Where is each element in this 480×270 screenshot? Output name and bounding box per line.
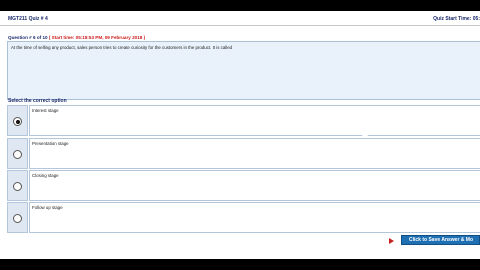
option-box-3[interactable]: Closing stage	[29, 170, 480, 201]
option-row-3[interactable]: Closing stage	[7, 170, 480, 201]
option-radio-cell[interactable]	[7, 170, 28, 201]
select-option-label: Select the correct option	[8, 98, 67, 104]
option-radio-cell[interactable]	[7, 138, 28, 169]
option-label-3: Closing stage	[32, 173, 59, 178]
option-radio-cell[interactable]	[7, 202, 28, 233]
option-radio-1[interactable]	[13, 117, 22, 126]
option-row-1[interactable]: Interest stage	[7, 105, 480, 136]
option-radio-2[interactable]	[13, 150, 22, 159]
option-label-4: Follow up stage	[32, 205, 63, 210]
mouse-cursor-icon	[361, 129, 369, 137]
option-box-2[interactable]: Presentation stage	[29, 138, 480, 169]
question-number: Question # 6 of 10	[8, 35, 49, 40]
option-radio-cell[interactable]	[7, 105, 28, 136]
quiz-start-time: Quiz Start Time: 05:	[433, 16, 480, 22]
option-row-2[interactable]: Presentation stage	[7, 138, 480, 169]
quiz-page: MGT211 Quiz # 4 Quiz Start Time: 05: Que…	[0, 11, 480, 259]
option-box-1[interactable]: Interest stage	[29, 105, 480, 136]
option-label-1: Interest stage	[32, 108, 59, 113]
question-heading: Question # 6 of 10 ( Start time: 05:18:5…	[8, 35, 145, 40]
save-answer-button[interactable]: Click to Save Answer & Mo	[401, 235, 480, 245]
option-box-4[interactable]: Follow up stage	[29, 202, 480, 233]
option-radio-3[interactable]	[13, 182, 22, 191]
option-label-2: Presentation stage	[32, 141, 69, 146]
arrow-right-icon	[389, 238, 394, 244]
quiz-title: MGT211 Quiz # 4	[8, 16, 48, 22]
option-row-4[interactable]: Follow up stage	[7, 202, 480, 233]
quiz-header: MGT211 Quiz # 4 Quiz Start Time: 05:	[0, 11, 480, 26]
question-text: At the time of selling any product, sale…	[11, 45, 233, 50]
question-box: At the time of selling any product, sale…	[7, 41, 480, 100]
option-radio-4[interactable]	[13, 214, 22, 223]
question-start-time: ( Start time: 05:18:53 PM, 09 February 2…	[48, 35, 146, 40]
